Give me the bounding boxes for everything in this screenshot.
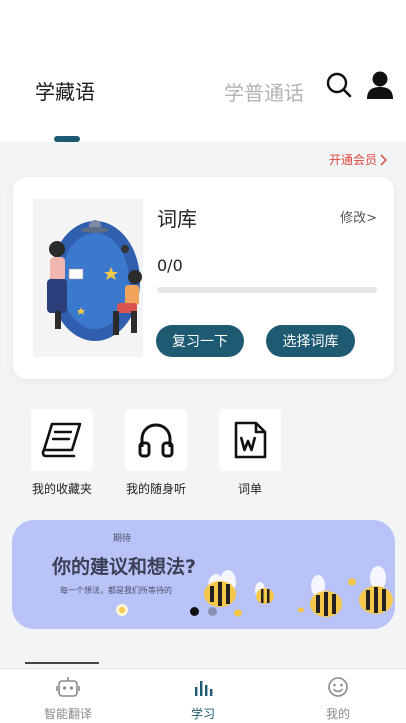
nav-study[interactable]: 学习 bbox=[168, 676, 238, 722]
shortcut-listening[interactable]: 我的随身听 bbox=[116, 409, 196, 497]
nav-mine[interactable]: 我的 bbox=[303, 676, 373, 722]
active-tab-indicator bbox=[54, 136, 80, 142]
review-button[interactable]: 复习一下 bbox=[156, 325, 244, 357]
carousel-dots bbox=[190, 607, 217, 616]
bar-chart-icon bbox=[195, 681, 213, 696]
nav-label: 学习 bbox=[190, 707, 215, 721]
select-library-button[interactable]: 选择词库 bbox=[266, 325, 355, 357]
listening-tile[interactable] bbox=[125, 409, 187, 471]
top-bar: 学藏语 学普通话 bbox=[0, 0, 406, 142]
vocab-library-title: 词库 bbox=[157, 207, 197, 231]
progress-count: 0/0 bbox=[157, 256, 183, 275]
tab-learn-tibetan[interactable]: 学藏语 bbox=[35, 76, 95, 105]
user-icon[interactable] bbox=[366, 70, 394, 100]
vocab-card: 词库 修改> 0/0 复习一下 选择词库 bbox=[13, 177, 394, 379]
shortcut-label: 我的收藏夹 bbox=[31, 482, 92, 496]
modify-link[interactable]: 修改> bbox=[340, 207, 377, 226]
search-icon[interactable] bbox=[325, 71, 353, 99]
feedback-banner[interactable]: 期待 你的建议和想法? 每一个想法，都是我们所等待的 bbox=[12, 520, 395, 629]
favorites-tile[interactable] bbox=[31, 409, 93, 471]
nav-label: 我的 bbox=[325, 707, 350, 721]
headphones-icon bbox=[138, 423, 174, 458]
carousel-dot[interactable] bbox=[190, 607, 199, 616]
shortcut-label: 词单 bbox=[237, 482, 262, 496]
vip-label: 开通会员 bbox=[328, 153, 377, 167]
robot-icon bbox=[56, 677, 80, 697]
shortcut-favorites[interactable]: 我的收藏夹 bbox=[22, 409, 102, 497]
tab-learn-mandarin[interactable]: 学普通话 bbox=[224, 77, 304, 106]
shortcut-label: 我的随身听 bbox=[125, 482, 186, 496]
bottom-nav: 智能翻译 学习 我的 bbox=[0, 668, 406, 723]
book-icon bbox=[41, 422, 82, 458]
chevron-right-icon bbox=[380, 154, 387, 165]
word-document-icon bbox=[234, 421, 267, 459]
carousel-dot[interactable] bbox=[208, 607, 217, 616]
vip-link[interactable]: 开通会员 bbox=[329, 151, 388, 168]
nav-smart-translate[interactable]: 智能翻译 bbox=[33, 676, 103, 722]
study-illustration bbox=[33, 199, 143, 357]
smiley-icon bbox=[328, 677, 348, 697]
nav-label: 智能翻译 bbox=[43, 707, 92, 721]
word-list-tile[interactable] bbox=[219, 409, 281, 471]
shortcut-word-list[interactable]: 词单 bbox=[210, 409, 290, 497]
progress-bar bbox=[157, 287, 377, 293]
